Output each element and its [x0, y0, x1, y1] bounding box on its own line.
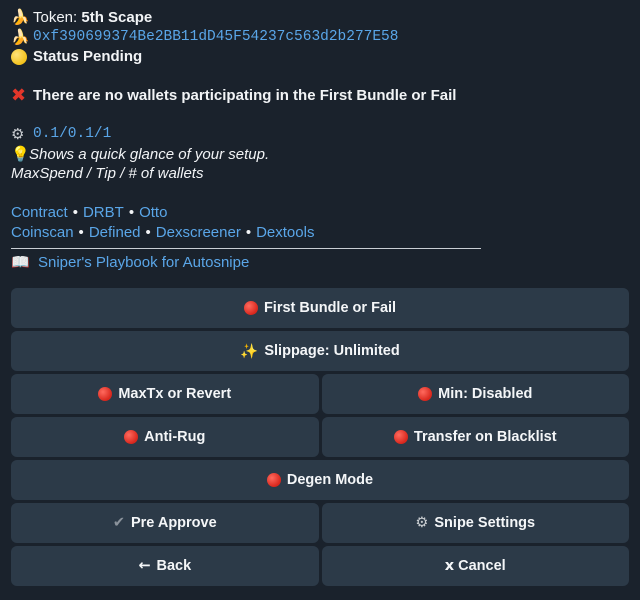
coinscan-link[interactable]: Coinscan: [11, 223, 74, 243]
snipe-settings-label: Snipe Settings: [434, 515, 536, 531]
legend-line: MaxSpend / Tip / # of wallets: [11, 164, 631, 184]
otto-link[interactable]: Otto: [139, 203, 167, 223]
sparkles-icon: ✨: [240, 343, 259, 360]
banana-icon: 🍌: [11, 8, 30, 26]
red-circle-icon: [243, 301, 258, 315]
status-line: Status Pending: [11, 47, 631, 67]
antirug-button[interactable]: Anti-Rug: [11, 417, 319, 457]
contract-link[interactable]: Contract: [11, 203, 68, 223]
setup-line: ⚙ 0.1/0.1/1: [11, 125, 631, 145]
pre-approve-label: Pre Approve: [130, 515, 217, 531]
x-icon: x: [444, 558, 455, 574]
links-row-1: Contract • DRBT • Otto: [11, 203, 631, 223]
drbt-link[interactable]: DRBT: [83, 203, 124, 223]
degen-mode-button[interactable]: Degen Mode: [11, 460, 629, 500]
red-circle-icon: [393, 430, 408, 444]
first-bundle-label: First Bundle or Fail: [263, 300, 397, 316]
token-address[interactable]: 0xf390699374Be2BB11dD45F54237c563d2b277E…: [33, 28, 398, 48]
snipe-settings-button[interactable]: ⚙ Snipe Settings: [321, 503, 629, 543]
separator: •: [128, 204, 135, 221]
maxtx-label: MaxTx or Revert: [118, 386, 232, 402]
cancel-label: Cancel: [458, 558, 506, 574]
divider: [11, 248, 481, 249]
setup-legend: MaxSpend / Tip / # of wallets: [11, 165, 204, 182]
playbook-link[interactable]: Sniper's Playbook for Autosnipe: [38, 253, 249, 273]
separator: •: [72, 204, 78, 221]
status-text: Status Pending: [33, 48, 143, 65]
dextools-link[interactable]: Dextools: [256, 223, 314, 243]
transfer-blacklist-button[interactable]: Transfer on Blacklist: [321, 417, 629, 457]
warning-line: ✖ There are no wallets participating in …: [11, 85, 631, 106]
red-circle-icon: [98, 387, 113, 401]
red-circle-icon: [418, 387, 433, 401]
banana-icon: 🍌: [11, 27, 30, 46]
cancel-button[interactable]: x Cancel: [321, 546, 629, 586]
yellow-circle-icon: [11, 48, 27, 65]
light-bulb-icon: 💡: [11, 144, 30, 163]
check-mark-icon: ✔: [112, 515, 125, 531]
slippage-label: Slippage: Unlimited: [264, 343, 400, 359]
back-button[interactable]: ← Back: [11, 546, 319, 586]
red-cross-icon: ✖: [11, 85, 27, 105]
setup-hint: Shows a quick glance of your setup.: [29, 145, 270, 163]
first-bundle-button[interactable]: First Bundle or Fail: [11, 288, 629, 328]
token-name: 5th Scape: [81, 9, 153, 26]
hint-line: 💡 Shows a quick glance of your setup.: [11, 145, 631, 165]
token-label: Token:: [33, 9, 78, 26]
red-circle-icon: [266, 473, 281, 487]
min-label: Min: Disabled: [438, 386, 533, 402]
maxtx-button[interactable]: MaxTx or Revert: [11, 374, 319, 414]
links-row-2: Coinscan • Defined • Dexscreener • Dexto…: [11, 223, 631, 243]
separator: •: [245, 223, 252, 241]
separator: •: [145, 223, 151, 241]
degen-mode-label: Degen Mode: [286, 472, 374, 488]
back-label: Back: [156, 558, 192, 574]
transfer-blacklist-label: Transfer on Blacklist: [413, 429, 557, 445]
setup-values[interactable]: 0.1/0.1/1: [33, 125, 111, 145]
antirug-label: Anti-Rug: [144, 429, 206, 445]
inline-keyboard: First Bundle or Fail ✨ Slippage: Unlimit…: [11, 288, 629, 589]
address-line: 🍌 0xf390699374Be2BB11dD45F54237c563d2b27…: [11, 28, 631, 48]
separator: •: [78, 223, 84, 241]
defined-link[interactable]: Defined: [89, 223, 141, 243]
token-line: 🍌 Token: 5th Scape: [11, 8, 631, 28]
gear-icon: ⚙: [11, 125, 25, 143]
warning-text: There are no wallets participating in th…: [33, 87, 457, 104]
pre-approve-button[interactable]: ✔ Pre Approve: [11, 503, 319, 543]
arrow-left-icon: ←: [138, 558, 151, 574]
min-button[interactable]: Min: Disabled: [321, 374, 629, 414]
slippage-button[interactable]: ✨ Slippage: Unlimited: [11, 331, 629, 371]
red-circle-icon: [124, 430, 139, 444]
bot-message: 🍌 Token: 5th Scape 🍌 0xf390699374Be2BB11…: [11, 8, 631, 273]
playbook-line: 📖 Sniper's Playbook for Autosnipe: [11, 253, 631, 273]
dexscreener-link[interactable]: Dexscreener: [156, 223, 241, 243]
open-book-icon: 📖: [11, 253, 30, 271]
gear-icon: ⚙: [415, 515, 429, 531]
